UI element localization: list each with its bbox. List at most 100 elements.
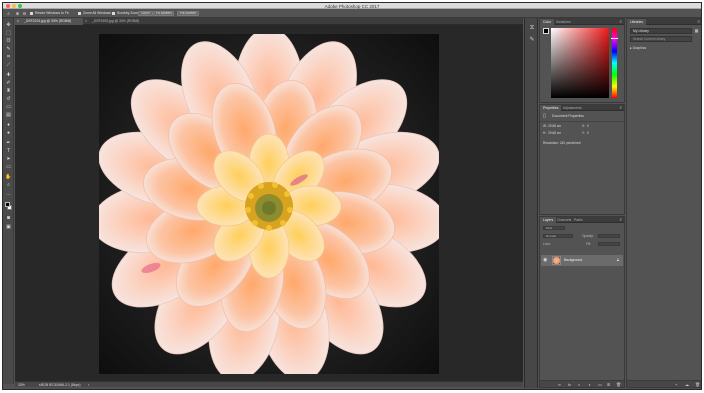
blend-mode-select[interactable]: Normal: [543, 234, 573, 238]
add-mask-icon[interactable]: ◐: [578, 382, 580, 387]
visibility-eye-icon[interactable]: ◉: [543, 257, 547, 263]
gradient-icon[interactable]: ▤: [5, 112, 12, 118]
zoom-level[interactable]: 33%: [18, 383, 25, 387]
libraries-panel-tabs: Libraries ≡: [627, 19, 701, 25]
zoom-tool-icon[interactable]: ⌕: [6, 11, 11, 16]
history-brush-icon[interactable]: ↺: [5, 96, 12, 102]
height-value[interactable]: 29.68 cm: [548, 131, 561, 135]
close-tab-icon[interactable]: ×: [85, 18, 87, 25]
grid-view-icon[interactable]: ▦: [694, 28, 699, 33]
new-layer-icon[interactable]: ⊞: [607, 382, 610, 387]
hue-slider-handle[interactable]: [611, 38, 618, 39]
new-group-icon[interactable]: ▭: [598, 382, 602, 387]
resolution-text: Resolution: 240 pixels/inch: [543, 141, 581, 145]
pen-icon[interactable]: ✒: [5, 140, 12, 146]
document-image[interactable]: [99, 34, 439, 374]
delete-layer-icon[interactable]: 🗑︎: [616, 382, 621, 387]
tab-properties[interactable]: Properties: [540, 105, 562, 111]
fit-screen-button[interactable]: Fit Screen: [153, 11, 175, 16]
lasso-icon[interactable]: ʘ: [5, 38, 12, 44]
brush-icon[interactable]: ✐: [5, 80, 12, 86]
filter-kind-select[interactable]: Kind: [543, 226, 565, 230]
layer-thumbnail: [552, 256, 561, 265]
tab-adjustments[interactable]: Adjustments: [560, 105, 585, 111]
opacity-field[interactable]: [598, 234, 620, 238]
panel-menu-icon[interactable]: ≡: [620, 19, 622, 25]
foreground-color-swatch[interactable]: [5, 202, 10, 207]
tools-panel: ✥ ⬚ ʘ ✎ ⌗ ⟋ ✚ ✐ ♜ ↺ ▭ ▤ ♦ ● ✒ T ➤ ▭ ✋ ⌕ …: [3, 18, 14, 384]
y-value[interactable]: 0: [587, 131, 589, 135]
dodge-icon[interactable]: ●: [5, 130, 12, 136]
history-panel-icon[interactable]: ⧖: [528, 24, 536, 32]
tab-color[interactable]: Color: [540, 19, 555, 25]
marquee-icon[interactable]: ⬚: [5, 30, 12, 36]
resize-windows-checkbox[interactable]: [30, 12, 33, 15]
panel-menu-icon[interactable]: ≡: [620, 105, 622, 111]
fill-field[interactable]: [598, 242, 620, 246]
fill-screen-button[interactable]: Fill Screen: [177, 11, 200, 16]
resize-windows-label: Resize Windows to Fit: [35, 11, 69, 15]
quick-select-icon[interactable]: ✎: [5, 46, 12, 52]
zoom-in-icon[interactable]: ⊕: [15, 11, 20, 16]
type-icon[interactable]: T: [5, 148, 12, 154]
color-panel: Color Swatches ≡: [539, 18, 625, 103]
dahlia-photo: [99, 34, 439, 374]
color-field[interactable]: [551, 28, 609, 98]
quick-mask-icon[interactable]: ◙: [5, 215, 12, 221]
clone-stamp-icon[interactable]: ♜: [5, 88, 12, 94]
x-value[interactable]: 0: [587, 124, 589, 128]
scrubby-zoom-checkbox[interactable]: [112, 12, 115, 15]
zoom-100-button[interactable]: 100%: [138, 11, 153, 16]
cloud-sync-icon[interactable]: ☁: [685, 382, 689, 387]
status-menu-icon[interactable]: ›: [88, 382, 89, 387]
color-panel-tabs: Color Swatches ≡: [540, 19, 624, 25]
zoom-out-icon[interactable]: ⊖: [22, 11, 27, 16]
lock-icon: 🔒︎: [616, 257, 619, 262]
properties-panel-tabs: Properties Adjustments ≡: [540, 105, 624, 111]
tab-libraries[interactable]: Libraries: [627, 19, 647, 25]
library-search-input[interactable]: Search Current Library: [630, 36, 692, 42]
move-icon[interactable]: ✥: [5, 22, 12, 28]
adjustment-layer-icon[interactable]: ◑: [588, 382, 590, 387]
layer-style-icon[interactable]: fx: [568, 382, 571, 387]
foreground-color-chip[interactable]: [543, 28, 549, 34]
tab-paths[interactable]: Paths: [571, 217, 586, 223]
layers-footer: ∞ fx ◐ ◑ ▭ ⊞ 🗑︎: [540, 380, 624, 387]
blur-icon[interactable]: ♦: [5, 122, 12, 128]
crop-icon[interactable]: ⌗: [5, 54, 12, 60]
zoom-icon[interactable]: ⌕: [5, 182, 12, 188]
x-label: X:: [582, 124, 586, 128]
panel-menu-icon[interactable]: ≡: [620, 217, 622, 223]
eraser-icon[interactable]: ▭: [5, 104, 12, 110]
tab-swatches[interactable]: Swatches: [553, 19, 574, 25]
document-profile: sRGB IEC61966-2.1 (8bpc): [39, 382, 81, 387]
healing-icon[interactable]: ✚: [5, 72, 12, 78]
layer-name[interactable]: Background: [564, 258, 582, 262]
delete-item-icon[interactable]: 🗑︎: [695, 382, 700, 387]
graphics-section-header[interactable]: ▸ Graphics: [630, 46, 646, 50]
height-label: H:: [543, 131, 547, 135]
path-select-icon[interactable]: ➤: [5, 156, 12, 162]
rectangle-icon[interactable]: ▭: [5, 164, 12, 170]
width-value[interactable]: 29.68 cm: [548, 124, 561, 128]
brush-panel-icon[interactable]: ✎: [528, 36, 536, 44]
canvas-area[interactable]: [15, 25, 523, 381]
window-title: Adobe Photoshop CC 2017: [324, 3, 380, 9]
tab-document-2[interactable]: × _DSF1553.jpg @ 33% (RGB/8): [83, 18, 153, 25]
close-tab-icon[interactable]: ×: [17, 18, 19, 25]
more-tools-icon[interactable]: …: [5, 191, 12, 197]
filter-kind-label: Kind: [546, 226, 553, 230]
properties-panel: Properties Adjustments ≡ Document Proper…: [539, 104, 625, 215]
add-content-icon[interactable]: +: [675, 382, 677, 387]
eyedropper-icon[interactable]: ⟋: [5, 62, 12, 68]
collapsed-panels-strip: ⧖ ✎: [524, 18, 538, 388]
link-layers-icon[interactable]: ∞: [558, 382, 561, 387]
screen-mode-icon[interactable]: ▣: [5, 224, 12, 230]
tab-document-1[interactable]: × _DSF2224.jpg @ 33% (RGB/8): [15, 18, 83, 25]
width-label: W:: [543, 124, 547, 128]
zoom-all-windows-checkbox[interactable]: [78, 12, 81, 15]
layer-row[interactable]: ◉ Background 🔒︎: [541, 255, 623, 266]
library-select[interactable]: My Library: [630, 28, 692, 34]
hand-icon[interactable]: ✋: [5, 174, 12, 180]
panel-menu-icon[interactable]: ≡: [698, 19, 700, 25]
